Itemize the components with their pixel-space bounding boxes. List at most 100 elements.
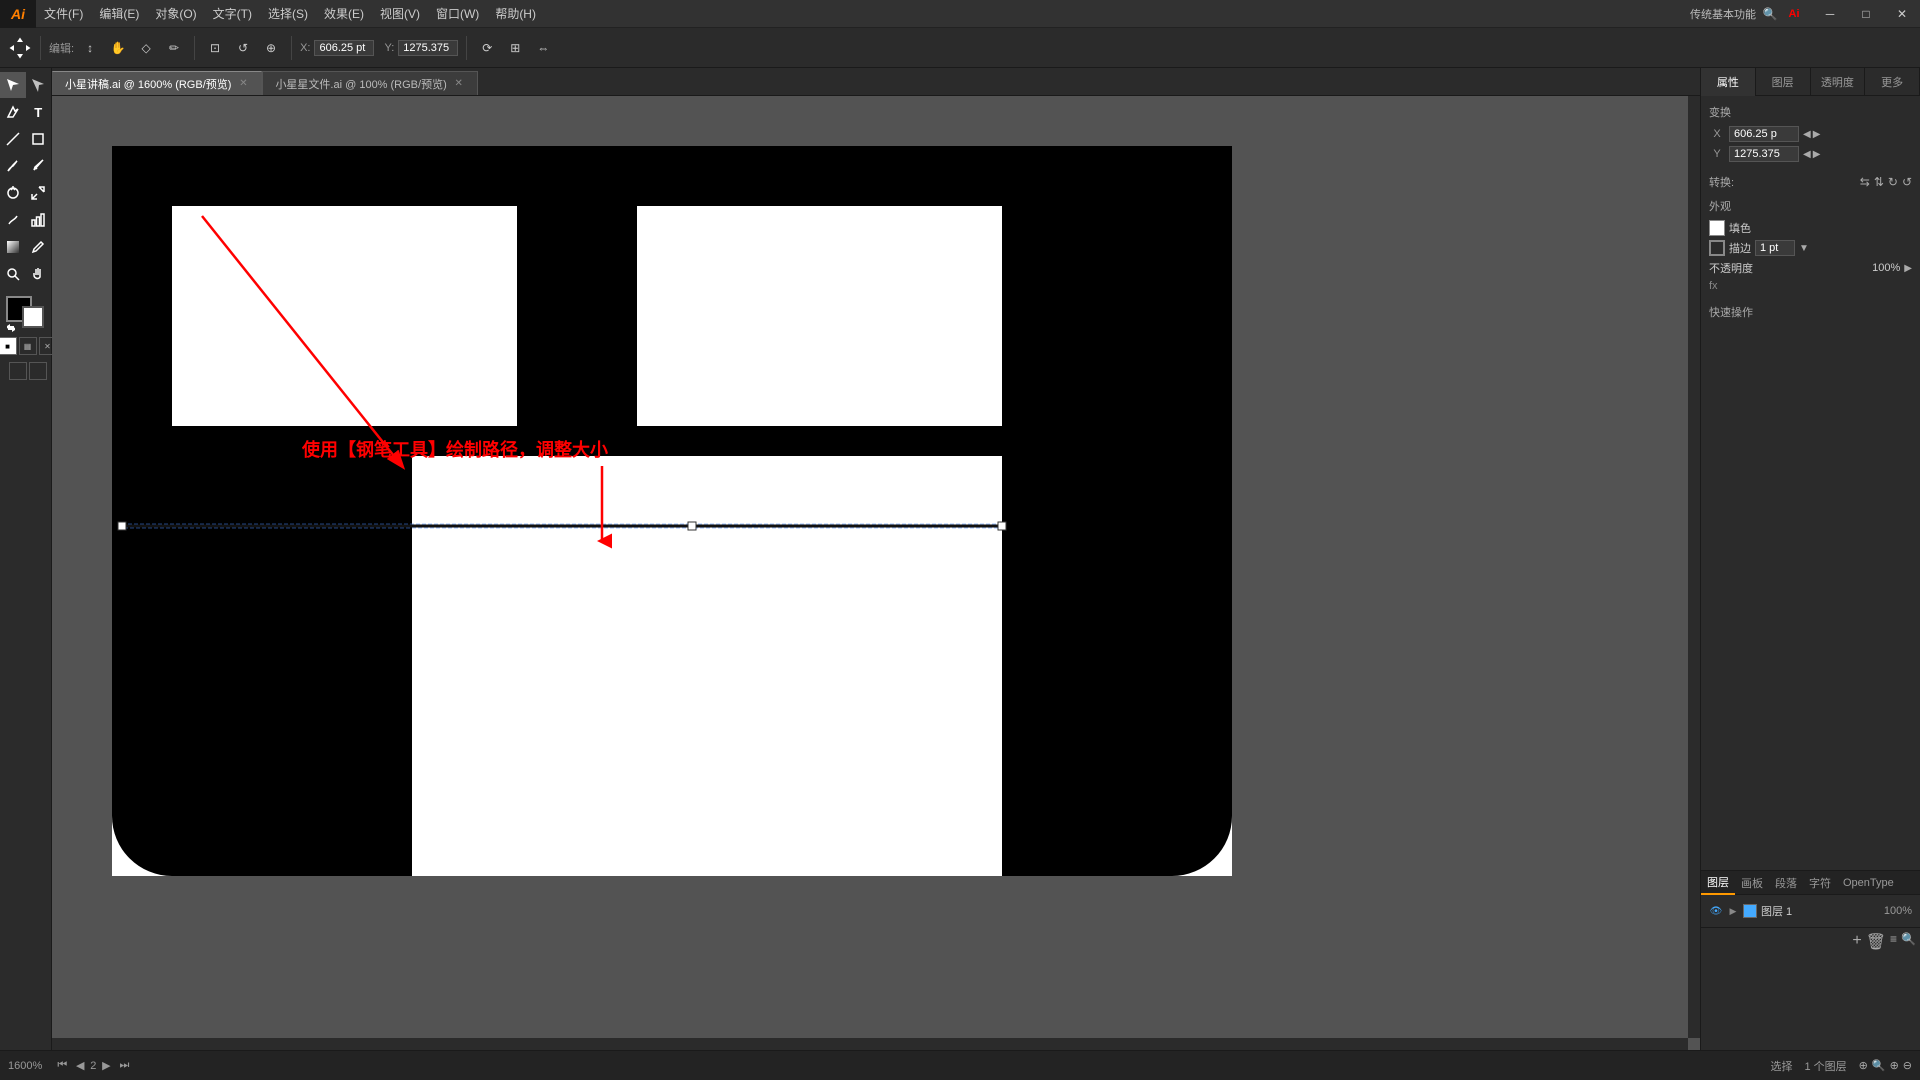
- close-button[interactable]: ✕: [1884, 0, 1920, 28]
- fill-color-swatch[interactable]: [1709, 220, 1725, 236]
- flip-v-icon[interactable]: ⇅: [1874, 175, 1884, 189]
- type-tool[interactable]: T: [26, 99, 52, 125]
- layer-expand-icon[interactable]: ▶: [1727, 905, 1739, 917]
- solid-fill-icon[interactable]: ■: [0, 337, 17, 355]
- gradient-fill-icon[interactable]: ▦: [19, 337, 37, 355]
- y-value[interactable]: 1275.375: [398, 40, 458, 56]
- pen-tool[interactable]: [0, 99, 26, 125]
- rotate-cw-icon[interactable]: ↻: [1888, 175, 1898, 189]
- move-tool-icon[interactable]: [8, 36, 32, 60]
- arrow-up-icon[interactable]: ◀: [1803, 149, 1811, 160]
- layer-options-icon[interactable]: ≡: [1890, 932, 1897, 952]
- layer-row-1[interactable]: 👁 ▶ 图层 1 100%: [1705, 899, 1916, 923]
- stroke-width-input[interactable]: [1755, 240, 1795, 256]
- layer-search-icon[interactable]: 🔍: [1901, 932, 1916, 952]
- stroke-color-swatch[interactable]: [1709, 240, 1725, 256]
- adobe-logo[interactable]: Ai: [1784, 4, 1804, 24]
- anchor-tool-icon[interactable]: ◇: [134, 36, 158, 60]
- stroke-color-box[interactable]: [22, 306, 44, 328]
- tab-2-close[interactable]: ✕: [453, 78, 465, 90]
- rect-tool[interactable]: [26, 126, 52, 152]
- misc-tool-icon[interactable]: ⊕: [259, 36, 283, 60]
- layers-tab-artboards[interactable]: 画板: [1735, 871, 1769, 895]
- menu-text[interactable]: 文字(T): [205, 0, 260, 27]
- zoom-out-btn[interactable]: ⊖: [1903, 1059, 1912, 1072]
- x-value[interactable]: 606.25 pt: [314, 40, 374, 56]
- maximize-button[interactable]: □: [1848, 0, 1884, 28]
- tab-1-close[interactable]: ✕: [237, 78, 249, 90]
- arrow-right-icon[interactable]: ▶: [1813, 129, 1821, 140]
- zoom-tool[interactable]: [0, 261, 26, 287]
- layers-tab-layers[interactable]: 图层: [1701, 871, 1735, 895]
- layers-tab-opentype[interactable]: OpenType: [1837, 871, 1900, 895]
- menu-view[interactable]: 视图(V): [372, 0, 428, 27]
- prev-page-btn[interactable]: ◀: [72, 1058, 88, 1074]
- eyedropper-tool[interactable]: [26, 234, 52, 260]
- direct-select-tool[interactable]: [26, 72, 52, 98]
- stroke-more-icon[interactable]: ▼: [1799, 243, 1809, 254]
- menu-help[interactable]: 帮助(H): [487, 0, 544, 27]
- layer-visibility-icon[interactable]: 👁: [1709, 904, 1723, 918]
- right-tab-more[interactable]: 更多: [1865, 68, 1920, 96]
- zoom-in-btn[interactable]: ⊕: [1890, 1059, 1899, 1072]
- search-icon[interactable]: 🔍: [1760, 4, 1780, 24]
- menu-select[interactable]: 选择(S): [260, 0, 316, 27]
- graph-tool[interactable]: [26, 207, 52, 233]
- rotate-tool-icon[interactable]: ↺: [231, 36, 255, 60]
- vertical-arrow-svg: [592, 466, 612, 556]
- swap-colors-icon[interactable]: [6, 322, 16, 332]
- right-tab-properties[interactable]: 属性: [1701, 68, 1756, 96]
- page-navigation: ⏮ ◀ 2 ▶ ⏭: [54, 1058, 132, 1074]
- select-tool[interactable]: [0, 72, 26, 98]
- selection-text: 选择: [1770, 1058, 1792, 1074]
- zoom-value[interactable]: 1600%: [8, 1060, 42, 1072]
- arrow-left-icon[interactable]: ◀: [1803, 129, 1811, 140]
- line-tool[interactable]: [0, 126, 26, 152]
- hand-tool-icon[interactable]: ✋: [106, 36, 130, 60]
- menu-window[interactable]: 窗口(W): [428, 0, 487, 27]
- artboard-view-icon[interactable]: [9, 362, 27, 380]
- menu-object[interactable]: 对象(O): [147, 0, 204, 27]
- vertical-scrollbar[interactable]: [1688, 96, 1700, 1038]
- stroke-label: 描边: [1729, 240, 1751, 256]
- opacity-expand-icon[interactable]: ▶: [1904, 263, 1912, 274]
- paintbrush-tool[interactable]: [0, 153, 26, 179]
- tab-1[interactable]: 小星讲稿.ai @ 1600% (RGB/预览) ✕: [52, 71, 262, 95]
- arrow-down-icon[interactable]: ▶: [1813, 149, 1821, 160]
- horizontal-scrollbar[interactable]: [52, 1038, 1688, 1050]
- hand-tool[interactable]: [26, 261, 52, 287]
- transform-icon[interactable]: ↕: [78, 36, 102, 60]
- menu-effect[interactable]: 效果(E): [316, 0, 372, 27]
- gradient-tool[interactable]: [0, 234, 26, 260]
- menu-edit[interactable]: 编辑(E): [91, 0, 147, 27]
- next-page-btn[interactable]: ▶: [98, 1058, 114, 1074]
- artboard-add-btn[interactable]: ⊕: [1859, 1059, 1868, 1072]
- tab-2[interactable]: 小星星文件.ai @ 100% (RGB/预览) ✕: [262, 71, 477, 95]
- transform-again-icon[interactable]: 转换:: [1709, 174, 1734, 190]
- minimize-button[interactable]: ─: [1812, 0, 1848, 28]
- flip-h-icon[interactable]: ⇆: [1860, 175, 1870, 189]
- scale-tool[interactable]: [26, 180, 52, 206]
- warp-tool[interactable]: [0, 207, 26, 233]
- pen-tool-icon[interactable]: ✏: [162, 36, 186, 60]
- add-layer-button[interactable]: +: [1852, 932, 1861, 952]
- menu-file[interactable]: 文件(F): [36, 0, 91, 27]
- size-icon[interactable]: ⊞: [503, 36, 527, 60]
- search-bottom-btn[interactable]: 🔍: [1872, 1059, 1886, 1072]
- right-tab-transparency[interactable]: 透明度: [1811, 68, 1866, 96]
- path-tool-icon[interactable]: ⊡: [203, 36, 227, 60]
- first-page-btn[interactable]: ⏮: [54, 1058, 70, 1074]
- rotate-tool-left[interactable]: [0, 180, 26, 206]
- transform-x-input[interactable]: [1729, 126, 1799, 142]
- last-page-btn[interactable]: ⏭: [116, 1058, 132, 1074]
- pencil-tool[interactable]: [26, 153, 52, 179]
- distribute-icon[interactable]: ⇔: [531, 36, 555, 60]
- rotate-ccw-icon[interactable]: ↺: [1902, 175, 1912, 189]
- selection-tools-row: [0, 72, 51, 98]
- pattern-view-icon[interactable]: [29, 362, 47, 380]
- delete-layer-button[interactable]: 🗑: [1866, 932, 1886, 952]
- layers-tab-character[interactable]: 字符: [1803, 871, 1837, 895]
- layers-tab-paragraph[interactable]: 段落: [1769, 871, 1803, 895]
- right-tab-layers[interactable]: 图层: [1756, 68, 1811, 96]
- transform-y-input[interactable]: [1729, 146, 1799, 162]
